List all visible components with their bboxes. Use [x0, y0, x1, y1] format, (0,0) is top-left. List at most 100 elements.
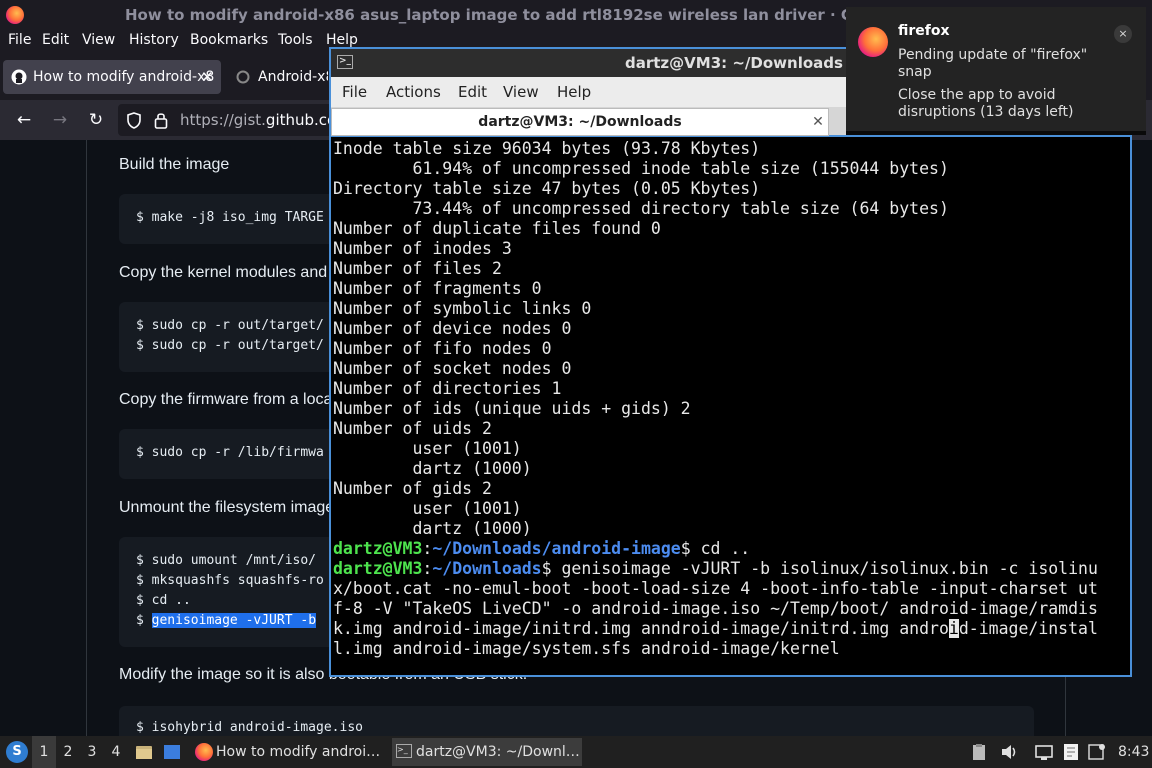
- terminal-tab-title: dartz@VM3: ~/Downloads: [478, 114, 682, 130]
- close-icon[interactable]: ×: [1114, 25, 1132, 43]
- reload-icon[interactable]: ↻: [84, 108, 108, 132]
- code-line: $ mksquashfs squashfs-ro: [136, 573, 324, 588]
- task-label: dartz@VM3: ~/Downl…: [416, 744, 580, 760]
- prompt-path: ~/Downloads/android-image: [432, 539, 681, 558]
- terminal-line: 61.94% of uncompressed inode table size …: [333, 159, 949, 178]
- terminal-line: dartz (1000): [333, 519, 532, 538]
- terminal-line: 73.44% of uncompressed directory table s…: [333, 199, 949, 218]
- tab-loading-icon: [236, 70, 250, 84]
- gist-paragraph: Unmount the filesystem image: [119, 499, 335, 516]
- prompt-command: $ genisoimage -vJURT -b isolinux/isolinu…: [541, 559, 1098, 578]
- command-text: k.img android-image/initrd.img anndroid-…: [333, 619, 949, 638]
- terminal-menu-actions[interactable]: Actions: [386, 83, 441, 101]
- terminal-menu-view[interactable]: View: [503, 83, 539, 101]
- selected-text[interactable]: genisoimage -vJURT -b: [151, 613, 317, 628]
- terminal-line: Number of device nodes 0: [333, 319, 572, 338]
- close-icon[interactable]: ✕: [810, 114, 826, 130]
- terminal-line: Number of files 2: [333, 259, 502, 278]
- code-line: $ sudo cp -r out/target/: [136, 338, 324, 353]
- code-line: $ genisoimage -vJURT -b: [136, 613, 317, 628]
- terminal-line: Number of gids 2: [333, 479, 492, 498]
- terminal-output[interactable]: Inode table size 96034 bytes (93.78 Kbyt…: [331, 139, 1130, 675]
- notes-icon[interactable]: [1062, 743, 1080, 761]
- terminal-line: Directory table size 47 bytes (0.05 Kbyt…: [333, 179, 761, 198]
- terminal-line: dartz (1000): [333, 459, 532, 478]
- tab-android[interactable]: Android-x8: [228, 60, 328, 94]
- clock[interactable]: 8:43: [1118, 736, 1149, 768]
- firefox-logo-icon: [6, 6, 24, 24]
- code-line: $ sudo umount /mnt/iso/: [136, 553, 317, 568]
- tab-close-icon[interactable]: ✕: [201, 60, 214, 94]
- terminal-line: user (1001): [333, 439, 522, 458]
- notification-text: snap: [898, 64, 932, 80]
- notification-title: firefox: [898, 23, 950, 39]
- terminal-line: Number of fifo nodes 0: [333, 339, 552, 358]
- terminal-menu-file[interactable]: File: [342, 83, 367, 101]
- terminal-prompt-line: dartz@VM3:~/Downloads$ genisoimage -vJUR…: [333, 559, 1098, 578]
- url-text: https://gist.github.co: [180, 111, 336, 129]
- terminal-line: Inode table size 96034 bytes (93.78 Kbyt…: [333, 139, 761, 158]
- terminal-line: Number of directories 1: [333, 379, 562, 398]
- menu-bookmarks[interactable]: Bookmarks: [190, 32, 268, 48]
- terminal-line: f-8 -V "TakeOS LiveCD" -o android-image.…: [333, 599, 1098, 618]
- taskbar-terminal[interactable]: >_ dartz@VM3: ~/Downl…: [392, 738, 582, 766]
- terminal-line: Number of socket nodes 0: [333, 359, 572, 378]
- desktop: How to modify android-x86 asus_laptop im…: [0, 0, 1152, 768]
- terminal-line: Number of uids 2: [333, 419, 492, 438]
- code-line: $ cd ..: [136, 593, 191, 608]
- back-icon[interactable]: ←: [12, 108, 36, 132]
- shield-icon[interactable]: [126, 112, 142, 129]
- task-label: How to modify androi…: [216, 744, 381, 760]
- menu-tools[interactable]: Tools: [278, 32, 313, 48]
- terminal-line: Number of ids (unique uids + gids) 2: [333, 399, 691, 418]
- code-line: $ isohybrid android-image.iso: [136, 720, 363, 735]
- prompt-user: dartz@VM3: [333, 539, 423, 558]
- gist-paragraph: Build the image: [119, 156, 230, 173]
- menu-history[interactable]: History: [129, 32, 179, 48]
- terminal-window: >_ dartz@VM3: ~/Downloads File Actions E…: [329, 47, 1132, 677]
- gist-paragraph: Copy the firmware from a loca: [119, 391, 333, 408]
- gist-paragraph: Copy the kernel modules and: [119, 264, 328, 281]
- workspace-2[interactable]: 2: [56, 736, 80, 768]
- terminal-line: l.img android-image/system.sfs android-i…: [333, 639, 840, 658]
- terminal-line: user (1001): [333, 499, 522, 518]
- show-desktop-icon[interactable]: [163, 743, 181, 761]
- notification-popup[interactable]: firefox Pending update of "firefox" snap…: [846, 7, 1146, 135]
- github-icon: [11, 69, 27, 85]
- url-domain: github.co: [265, 111, 337, 129]
- menu-file[interactable]: File: [8, 32, 31, 48]
- terminal-menu-help[interactable]: Help: [557, 83, 591, 101]
- lock-icon[interactable]: [154, 111, 168, 129]
- code-line: $ sudo cp -r /lib/firmwa: [136, 445, 324, 460]
- terminal-icon: >_: [396, 744, 412, 758]
- clipboard-icon[interactable]: [970, 743, 988, 761]
- terminal-icon: >_: [337, 55, 353, 69]
- url-prefix: https://gist.: [180, 111, 266, 129]
- firefox-window-title: How to modify android-x86 asus_laptop im…: [125, 6, 866, 24]
- workspace-4[interactable]: 4: [104, 736, 128, 768]
- volume-icon[interactable]: [1000, 743, 1018, 761]
- menu-edit[interactable]: Edit: [42, 32, 69, 48]
- terminal-line: k.img android-image/initrd.img anndroid-…: [333, 619, 1098, 639]
- start-menu-icon[interactable]: S: [6, 741, 28, 763]
- menu-help[interactable]: Help: [326, 32, 358, 48]
- code-prompt: $: [136, 613, 152, 628]
- workspace-3[interactable]: 3: [80, 736, 104, 768]
- notification-icon[interactable]: [1088, 743, 1106, 761]
- file-manager-icon[interactable]: [135, 743, 153, 761]
- taskbar-firefox[interactable]: How to modify androi…: [192, 738, 382, 766]
- network-icon[interactable]: [1035, 743, 1053, 761]
- terminal-tab[interactable]: dartz@VM3: ~/Downloads ✕: [331, 108, 829, 136]
- tab-gist[interactable]: How to modify android-x8 ✕: [3, 60, 221, 94]
- forward-icon[interactable]: →: [48, 108, 72, 132]
- code-line: $ make -j8 iso_img TARGE: [136, 210, 324, 225]
- menu-view[interactable]: View: [82, 32, 115, 48]
- workspace-1[interactable]: 1: [32, 736, 56, 768]
- terminal-title: dartz@VM3: ~/Downloads: [625, 54, 843, 72]
- notification-text: Close the app to avoid: [898, 87, 1056, 103]
- firefox-logo-icon: [858, 27, 888, 57]
- code-line: $ sudo cp -r out/target/: [136, 318, 324, 333]
- terminal-line: Number of duplicate files found 0: [333, 219, 661, 238]
- terminal-menu-edit[interactable]: Edit: [458, 83, 487, 101]
- tab-title: How to modify android-x8: [33, 69, 215, 85]
